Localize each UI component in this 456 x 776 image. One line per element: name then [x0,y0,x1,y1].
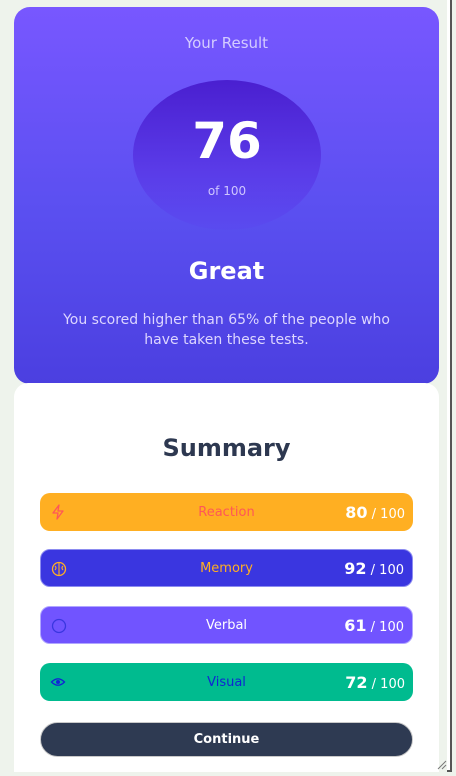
summary-row-reaction: Reaction 80 / 100 [40,493,413,531]
rating-label: Great [188,257,265,285]
summary-card: Summary Reaction 80 / 100 Memory 92 / 10… [14,383,439,772]
summary-title: Summary [162,434,291,462]
score-number: 72 [345,672,368,692]
resize-grip-icon[interactable] [435,755,447,770]
score-max-text: / 100 [367,506,405,522]
score-max-text: / 100 [366,562,404,578]
score-max: of 100 [207,184,247,198]
summary-row-score: 80 / 100 [345,503,405,522]
score-max-text: / 100 [367,676,405,692]
result-card: Your Result 76 of 100 Great You scored h… [14,7,439,384]
score-value: 76 [192,112,262,170]
summary-row-score: 72 / 100 [345,673,405,692]
score-circle: 76 of 100 [133,80,321,230]
continue-button[interactable]: Continue [40,722,413,757]
summary-row-visual: Visual 72 / 100 [40,663,413,701]
score-number: 80 [345,502,368,522]
summary-row-score: 61 / 100 [344,616,404,635]
score-max-text: / 100 [366,619,404,635]
score-number: 92 [344,558,367,578]
score-number: 61 [344,615,367,635]
result-title: Your Result [184,34,269,52]
summary-row-memory: Memory 92 / 100 [40,549,413,587]
browser-frame: Your Result 76 of 100 Great You scored h… [0,0,452,772]
result-description: You scored higher than 65% of the people… [63,312,390,348]
summary-row-verbal: Verbal 61 / 100 [40,606,413,644]
summary-row-score: 92 / 100 [344,559,404,578]
